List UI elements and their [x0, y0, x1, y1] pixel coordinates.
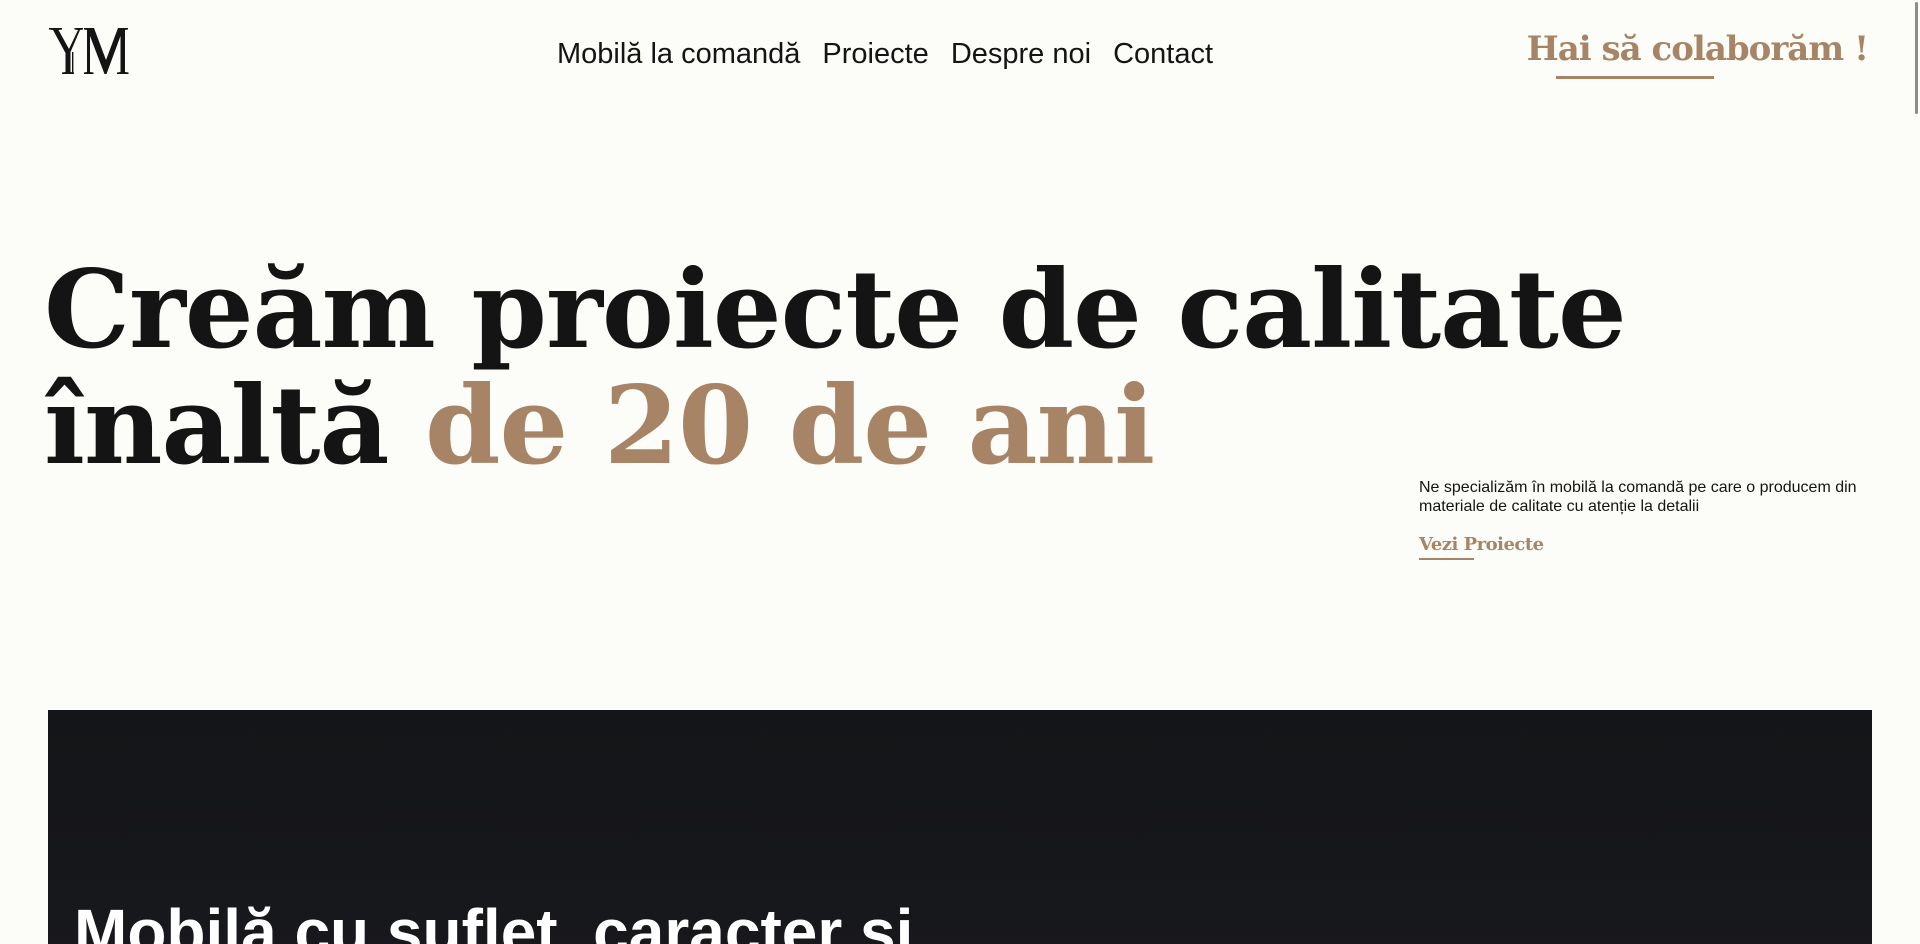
scrollbar[interactable] — [1912, 0, 1920, 944]
ym-logo-icon — [49, 28, 129, 74]
nav-item-mobila-la-comanda[interactable]: Mobilă la comandă — [557, 36, 800, 72]
nav-item-contact[interactable]: Contact — [1113, 36, 1213, 72]
hero-title: Creăm proiecte de calitate înaltă de 20 d… — [44, 252, 1627, 484]
nav-item-proiecte[interactable]: Proiecte — [822, 36, 928, 72]
hero-title-accent: de 20 de ani — [425, 363, 1155, 489]
nav-item-despre-noi[interactable]: Despre noi — [951, 36, 1091, 72]
scrollbar-thumb[interactable] — [1915, 2, 1918, 114]
hero-title-line1: Creăm proiecte de calitate — [44, 247, 1627, 373]
page: Mobilă la comandă Proiecte Despre noi Co… — [0, 0, 1920, 944]
main-nav: Mobilă la comandă Proiecte Despre noi Co… — [557, 36, 1235, 72]
cta-underline — [1556, 76, 1714, 79]
showcase-title: Mobilă cu suflet, caracter și — [74, 896, 914, 944]
view-projects-underline — [1419, 558, 1474, 560]
showcase-section: Mobilă cu suflet, caracter și — [48, 710, 1872, 944]
view-projects-link[interactable]: Vezi Proiecte — [1419, 532, 1544, 558]
collaborate-cta-link[interactable]: Hai să colaborăm ! — [1527, 26, 1869, 72]
hero-title-line2: înaltă — [44, 363, 426, 489]
logo[interactable] — [48, 24, 132, 78]
hero-description: Ne specializăm în mobilă la comandă pe c… — [1419, 479, 1857, 515]
